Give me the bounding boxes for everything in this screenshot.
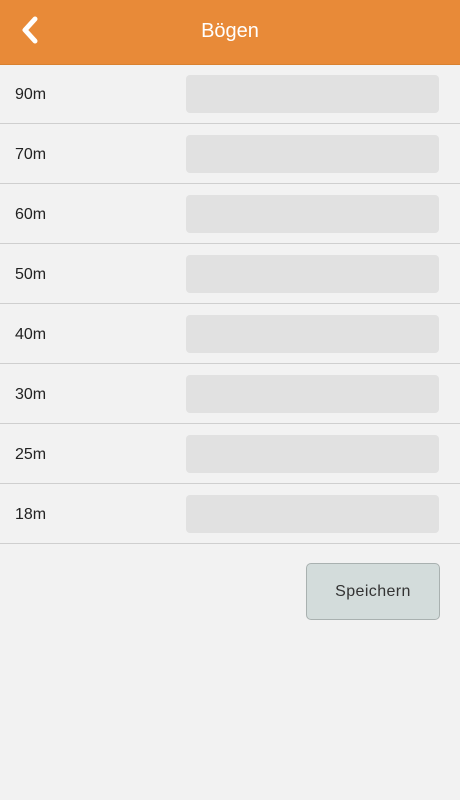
distance-label: 18m: [15, 506, 47, 523]
distance-label: 70m: [15, 146, 47, 163]
distance-input-18m[interactable]: [186, 495, 439, 533]
distance-row-50m: 50m: [0, 244, 460, 304]
distance-row-30m: 30m: [0, 364, 460, 424]
distance-row-40m: 40m: [0, 304, 460, 364]
distance-input-30m[interactable]: [186, 375, 439, 413]
distance-input-40m[interactable]: [186, 315, 439, 353]
save-button[interactable]: Speichern: [306, 563, 440, 620]
distance-input-90m[interactable]: [186, 75, 439, 113]
distance-row-70m: 70m: [0, 124, 460, 184]
distance-input-70m[interactable]: [186, 135, 439, 173]
distance-label: 60m: [15, 206, 47, 223]
distance-label: 40m: [15, 326, 47, 343]
header-bar: Bögen: [0, 0, 460, 65]
distance-input-50m[interactable]: [186, 255, 439, 293]
distance-input-25m[interactable]: [186, 435, 439, 473]
distance-row-90m: 90m: [0, 64, 460, 124]
page-title: Bögen: [201, 20, 259, 42]
distance-input-60m[interactable]: [186, 195, 439, 233]
distance-row-18m: 18m: [0, 484, 460, 544]
distance-label: 90m: [15, 86, 47, 103]
distance-label: 25m: [15, 446, 47, 463]
distance-label: 50m: [15, 266, 47, 283]
distance-list: 90m 70m 60m 50m 40m 30m 25m 18m: [0, 64, 460, 544]
distance-row-60m: 60m: [0, 184, 460, 244]
distance-label: 30m: [15, 386, 47, 403]
distance-row-25m: 25m: [0, 424, 460, 484]
